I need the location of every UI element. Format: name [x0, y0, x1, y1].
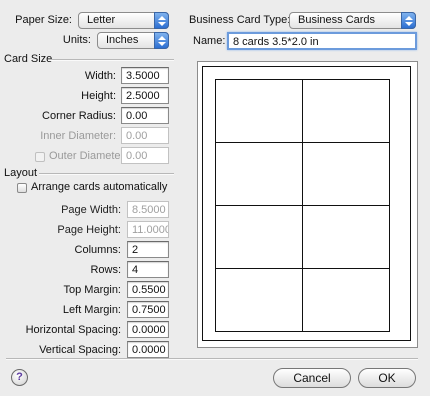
columns-input[interactable]: 2 [127, 241, 169, 258]
popup-arrows-icon [154, 12, 169, 29]
columns-label: Columns: [74, 244, 121, 256]
section-divider [48, 59, 174, 61]
paper-size-select[interactable]: Letter [78, 12, 169, 29]
bottom-divider [6, 358, 418, 360]
page-width-label: Page Width: [61, 204, 121, 216]
card-cell [302, 268, 390, 332]
outer-diameter-input: 0.00 [121, 147, 169, 164]
page-height-input: 11.0000 [127, 221, 169, 238]
paper-size-value: Letter [87, 14, 116, 26]
top-margin-label: Top Margin: [63, 284, 121, 296]
layout-section-title: Layout [4, 167, 38, 179]
card-cell [302, 142, 390, 206]
units-label: Units: [62, 34, 91, 46]
corner-radius-label: Corner Radius: [42, 110, 116, 122]
inner-diameter-label: Inner Diameter: [40, 130, 116, 142]
vertical-spacing-label: Vertical Spacing: [39, 344, 121, 356]
horizontal-spacing-input[interactable]: 0.0000 [127, 321, 169, 338]
card-cell [215, 205, 303, 269]
card-cell [302, 205, 390, 269]
page-width-input: 8.5000 [127, 201, 169, 218]
arrange-auto-checkbox[interactable] [17, 183, 27, 193]
width-input[interactable]: 3.5000 [121, 67, 169, 84]
card-type-label: Business Card Type: [189, 14, 291, 26]
top-margin-input[interactable]: 0.5500 [127, 281, 169, 298]
outer-diameter-label: Outer Diameter: [49, 150, 128, 162]
page-sheet [202, 66, 411, 341]
cancel-button[interactable]: Cancel [273, 368, 351, 388]
popup-arrows-icon [401, 12, 416, 29]
ok-button[interactable]: OK [358, 368, 416, 388]
card-cell [215, 79, 303, 143]
rows-label: Rows: [90, 264, 121, 276]
card-cell [302, 79, 390, 143]
name-input[interactable]: 8 cards 3.5*2.0 in [227, 32, 417, 50]
inner-diameter-input: 0.00 [121, 127, 169, 144]
rows-input[interactable]: 4 [127, 261, 169, 278]
paper-size-label: Paper Size: [15, 14, 72, 26]
arrange-auto-label: Arrange cards automatically [31, 181, 168, 193]
name-label: Name: [193, 35, 226, 47]
card-cell [215, 268, 303, 332]
left-margin-input[interactable]: 0.7500 [127, 301, 169, 318]
outer-diameter-checkbox [35, 152, 45, 162]
card-type-select[interactable]: Business Cards [289, 12, 416, 29]
units-select[interactable]: Inches [97, 32, 169, 49]
units-value: Inches [106, 34, 139, 46]
card-size-section-title: Card Size [4, 53, 53, 65]
width-label: Width: [84, 70, 116, 82]
section-divider [39, 173, 174, 175]
card-cell [215, 142, 303, 206]
vertical-spacing-input[interactable]: 0.0000 [127, 341, 169, 358]
height-label: Height: [81, 90, 116, 102]
left-margin-label: Left Margin: [62, 304, 121, 316]
card-layout-preview [197, 61, 418, 348]
card-type-value: Business Cards [298, 14, 376, 26]
corner-radius-input[interactable]: 0.00 [121, 107, 169, 124]
help-button[interactable]: ? [11, 369, 28, 386]
popup-arrows-icon [154, 32, 169, 49]
horizontal-spacing-label: Horizontal Spacing: [25, 324, 121, 336]
help-icon: ? [16, 371, 23, 383]
page-height-label: Page Height: [57, 224, 121, 236]
height-input[interactable]: 2.5000 [121, 87, 169, 104]
